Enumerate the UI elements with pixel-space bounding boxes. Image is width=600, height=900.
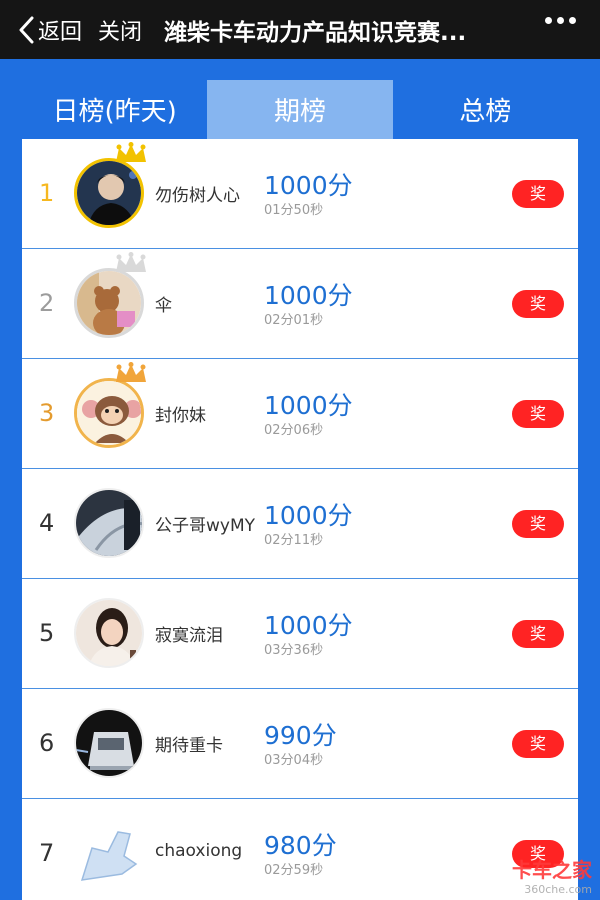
score: 1000分 bbox=[264, 281, 353, 310]
leaderboard-row[interactable]: 5 寂寞流泪 1000分 03分36秒 奖 bbox=[22, 579, 578, 689]
leaderboard-row[interactable]: 1 勿伤树人心 1000分 01分50秒 奖 bbox=[22, 139, 578, 249]
completion-time: 03分36秒 bbox=[264, 643, 324, 658]
prize-button[interactable]: 奖 bbox=[512, 730, 564, 758]
tab-period[interactable]: 期榜 bbox=[207, 80, 393, 139]
close-button[interactable]: 关闭 bbox=[98, 14, 142, 46]
avatar bbox=[74, 598, 144, 668]
avatar bbox=[74, 818, 144, 888]
leaderboard-row[interactable]: 7 chaoxiong 980分 02分59秒 奖 bbox=[22, 799, 578, 900]
rank-number: 2 bbox=[39, 289, 55, 317]
score: 1000分 bbox=[264, 391, 353, 420]
rank-number: 5 bbox=[39, 619, 55, 647]
leaderboard-row[interactable]: 2 伞 1000分 02分01秒 奖 bbox=[22, 249, 578, 359]
watermark-logo: 卡车之家 360che.com bbox=[497, 854, 592, 896]
leaderboard-row[interactable]: 4 公子哥wyMY 1000分 02分11秒 奖 bbox=[22, 469, 578, 579]
watermark-url: 360che.com bbox=[524, 883, 592, 896]
prize-button[interactable]: 奖 bbox=[512, 290, 564, 318]
score: 1000分 bbox=[264, 611, 353, 640]
user-name: 公子哥wyMY bbox=[155, 516, 256, 536]
user-name: 期待重卡 bbox=[155, 736, 223, 756]
avatar bbox=[74, 488, 144, 558]
rank-number: 1 bbox=[39, 179, 55, 207]
silver-crown-icon bbox=[116, 252, 146, 272]
leaderboard-row[interactable]: 3 封你妹 1000分 02分06秒 奖 bbox=[22, 359, 578, 469]
bronze-crown-icon bbox=[116, 362, 146, 382]
avatar bbox=[74, 158, 144, 228]
user-name: 勿伤树人心 bbox=[155, 186, 240, 206]
completion-time: 01分50秒 bbox=[264, 203, 324, 218]
tab-daily[interactable]: 日榜(昨天) bbox=[22, 80, 207, 139]
completion-time: 02分59秒 bbox=[264, 863, 324, 878]
avatar bbox=[74, 378, 144, 448]
back-button[interactable]: 返回 bbox=[0, 0, 82, 59]
page-title: 潍柴卡车动力产品知识竞赛... bbox=[164, 19, 467, 46]
score: 990分 bbox=[264, 721, 337, 750]
rank-number: 4 bbox=[39, 509, 55, 537]
leaderboard-list: 1 勿伤树人心 1000分 01分50秒 奖 2 伞 1000分 02分01秒 … bbox=[22, 139, 578, 900]
user-name: 寂寞流泪 bbox=[155, 626, 223, 646]
avatar bbox=[74, 268, 144, 338]
back-label: 返回 bbox=[38, 19, 83, 45]
score: 1000分 bbox=[264, 501, 353, 530]
user-name: 封你妹 bbox=[155, 406, 206, 426]
user-name: chaoxiong bbox=[155, 841, 243, 861]
prize-button[interactable]: 奖 bbox=[512, 180, 564, 208]
completion-time: 02分11秒 bbox=[264, 533, 324, 548]
gold-crown-icon bbox=[116, 142, 146, 162]
user-name: 伞 bbox=[155, 296, 172, 316]
leaderboard-row[interactable]: 6 期待重卡 990分 03分04秒 奖 bbox=[22, 689, 578, 799]
chevron-left-icon bbox=[18, 16, 34, 44]
avatar bbox=[74, 708, 144, 778]
tab-total[interactable]: 总榜 bbox=[393, 80, 578, 139]
prize-button[interactable]: 奖 bbox=[512, 400, 564, 428]
prize-button[interactable]: 奖 bbox=[512, 510, 564, 538]
more-options-icon[interactable] bbox=[545, 17, 576, 24]
score: 980分 bbox=[264, 831, 337, 860]
rank-number: 6 bbox=[39, 729, 55, 757]
ranking-tabs: 日榜(昨天) 期榜 总榜 bbox=[22, 80, 578, 139]
completion-time: 02分01秒 bbox=[264, 313, 324, 328]
rank-number: 3 bbox=[39, 399, 55, 427]
prize-button[interactable]: 奖 bbox=[512, 620, 564, 648]
completion-time: 02分06秒 bbox=[264, 423, 324, 438]
watermark-text: 卡车之家 bbox=[512, 858, 592, 882]
rank-number: 7 bbox=[39, 839, 55, 867]
score: 1000分 bbox=[264, 171, 353, 200]
completion-time: 03分04秒 bbox=[264, 753, 324, 768]
top-navbar: 返回 关闭 潍柴卡车动力产品知识竞赛... bbox=[0, 0, 600, 59]
